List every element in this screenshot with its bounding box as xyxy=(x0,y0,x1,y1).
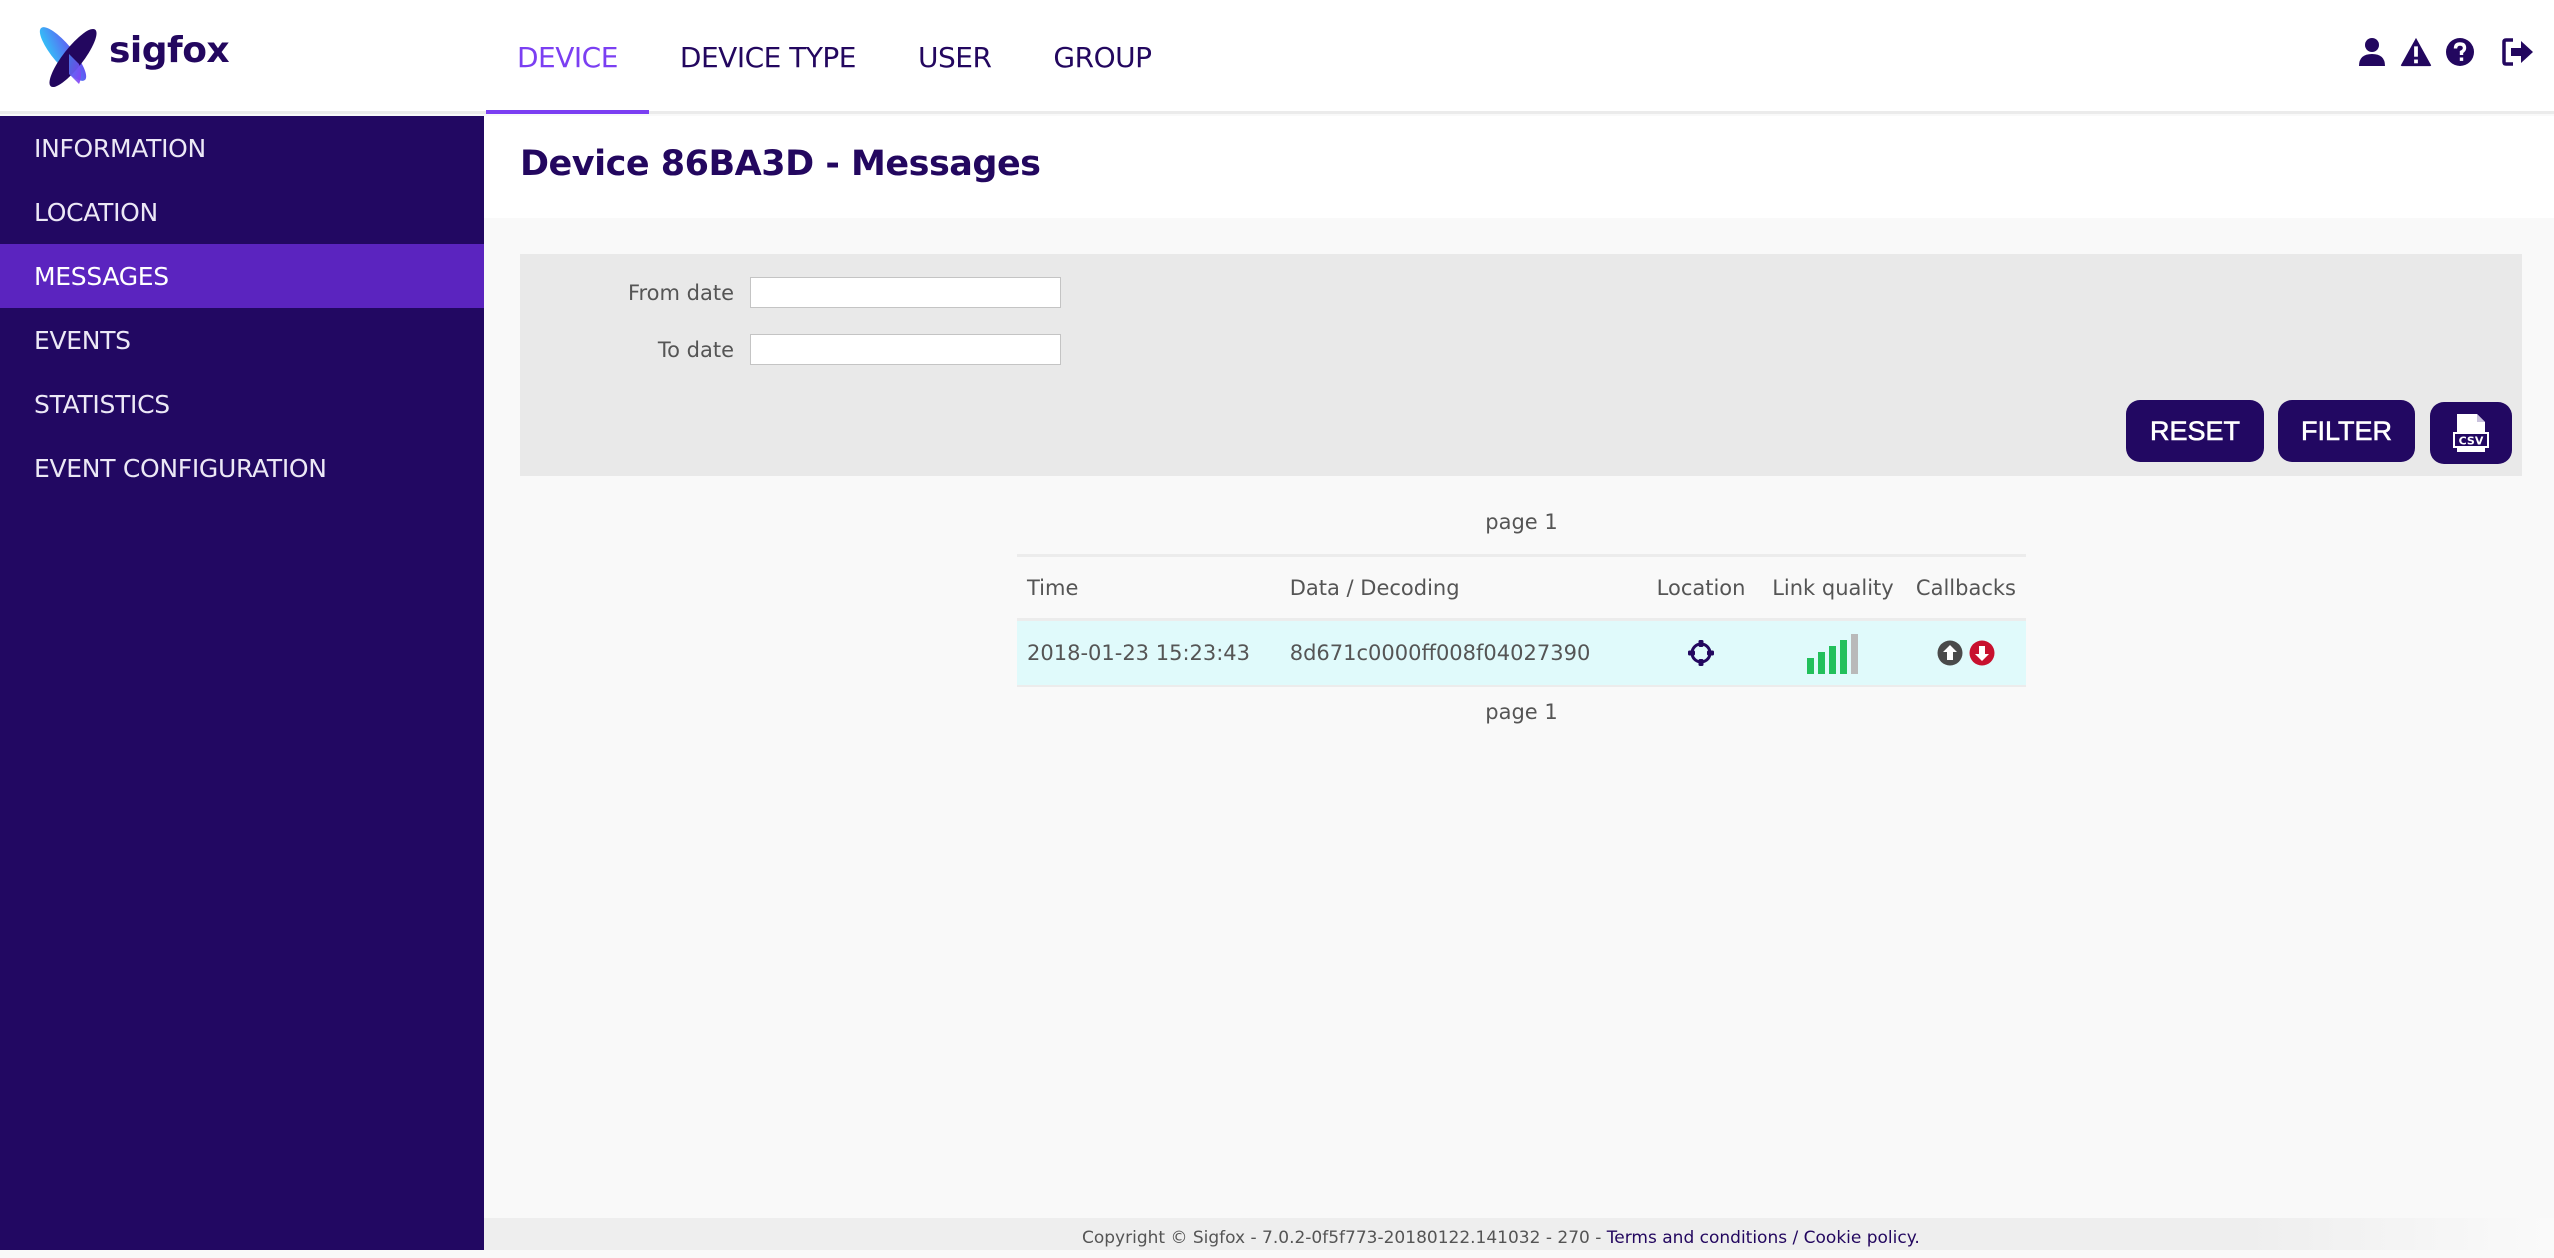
crosshair-icon[interactable] xyxy=(1687,639,1715,667)
from-date-row: From date xyxy=(520,277,1061,308)
page-title: Device 86BA3D - Messages xyxy=(520,144,1041,184)
tab-user[interactable]: USER xyxy=(887,0,1022,114)
sidebar-item-location[interactable]: LOCATION xyxy=(0,180,484,244)
footer-separator: / xyxy=(1787,1228,1804,1248)
signal-bar xyxy=(1851,634,1859,674)
from-date-input[interactable] xyxy=(750,277,1061,308)
to-date-input[interactable] xyxy=(750,334,1061,365)
cookie-policy-link[interactable]: Cookie policy. xyxy=(1804,1228,1920,1248)
copyright-text: Copyright © Sigfox - 7.0.2-0f5f773-20180… xyxy=(1082,1228,1607,1248)
signal-bar xyxy=(1818,652,1826,674)
csv-export-button[interactable]: CSV xyxy=(2430,402,2512,464)
footer-text-wrap: Copyright © Sigfox - 7.0.2-0f5f773-20180… xyxy=(1082,1218,1920,1258)
sigfox-logo[interactable]: sigfox xyxy=(33,26,230,88)
warning-icon[interactable] xyxy=(2400,36,2432,68)
sign-out-icon[interactable] xyxy=(2502,36,2534,68)
table-header-row: Time Data / Decoding Location Link quali… xyxy=(1017,554,2026,621)
table-row[interactable]: 2018-01-23 15:23:43 8d671c0000ff008f0402… xyxy=(1017,619,2026,687)
sidebar: INFORMATION LOCATION MESSAGES EVENTS STA… xyxy=(0,116,484,1250)
tab-group[interactable]: GROUP xyxy=(1022,0,1182,114)
tab-device-type[interactable]: DEVICE TYPE xyxy=(649,0,887,114)
link-quality-bars xyxy=(1807,632,1859,674)
help-icon[interactable] xyxy=(2444,36,2476,68)
to-date-row: To date xyxy=(520,334,1061,365)
messages-table: Time Data / Decoding Location Link quali… xyxy=(1017,554,2026,687)
column-header-callbacks: Callbacks xyxy=(1905,554,2026,621)
sidebar-item-statistics[interactable]: STATISTICS xyxy=(0,372,484,436)
sidebar-item-messages[interactable]: MESSAGES xyxy=(0,244,484,308)
user-icon[interactable] xyxy=(2356,36,2388,68)
main-nav: DEVICE DEVICE TYPE USER GROUP xyxy=(486,0,1183,114)
pager-top[interactable]: page 1 xyxy=(1017,510,2026,534)
signal-bar xyxy=(1840,640,1848,674)
callback-up-icon[interactable] xyxy=(1937,640,1963,666)
column-header-location: Location xyxy=(1642,554,1760,621)
cell-callbacks xyxy=(1905,619,2026,687)
cell-data: 8d671c0000ff008f04027390 xyxy=(1279,619,1643,687)
signal-bar xyxy=(1829,646,1837,674)
cell-location xyxy=(1642,619,1760,687)
top-header: sigfox DEVICE DEVICE TYPE USER GROUP xyxy=(0,0,2554,114)
filter-panel: From date To date RESET FILTER CSV xyxy=(520,254,2522,476)
to-date-label: To date xyxy=(657,337,734,362)
sidebar-item-events[interactable]: EVENTS xyxy=(0,308,484,372)
svg-text:CSV: CSV xyxy=(2459,435,2484,448)
callback-down-icon[interactable] xyxy=(1969,640,1995,666)
tab-device[interactable]: DEVICE xyxy=(486,0,649,114)
logo-text: sigfox xyxy=(109,30,230,71)
csv-file-icon: CSV xyxy=(2453,414,2489,452)
column-header-data: Data / Decoding xyxy=(1279,554,1643,621)
sidebar-item-event-configuration[interactable]: EVENT CONFIGURATION xyxy=(0,436,484,500)
footer: Copyright © Sigfox - 7.0.2-0f5f773-20180… xyxy=(484,1218,2554,1250)
pager-bottom[interactable]: page 1 xyxy=(1017,700,2026,724)
column-header-link-quality: Link quality xyxy=(1759,554,1906,621)
sidebar-item-information[interactable]: INFORMATION xyxy=(0,116,484,180)
filter-button[interactable]: FILTER xyxy=(2278,400,2415,462)
cell-link-quality xyxy=(1759,619,1906,687)
from-date-label: From date xyxy=(627,280,734,305)
butterfly-logo-icon xyxy=(39,27,97,88)
signal-bar xyxy=(1807,658,1815,674)
reset-button[interactable]: RESET xyxy=(2126,400,2264,462)
cell-time: 2018-01-23 15:23:43 xyxy=(1017,619,1280,687)
column-header-time: Time xyxy=(1017,554,1280,621)
terms-link[interactable]: Terms and conditions xyxy=(1607,1228,1787,1248)
title-area: Device 86BA3D - Messages xyxy=(484,116,2554,218)
header-actions xyxy=(2344,36,2534,68)
